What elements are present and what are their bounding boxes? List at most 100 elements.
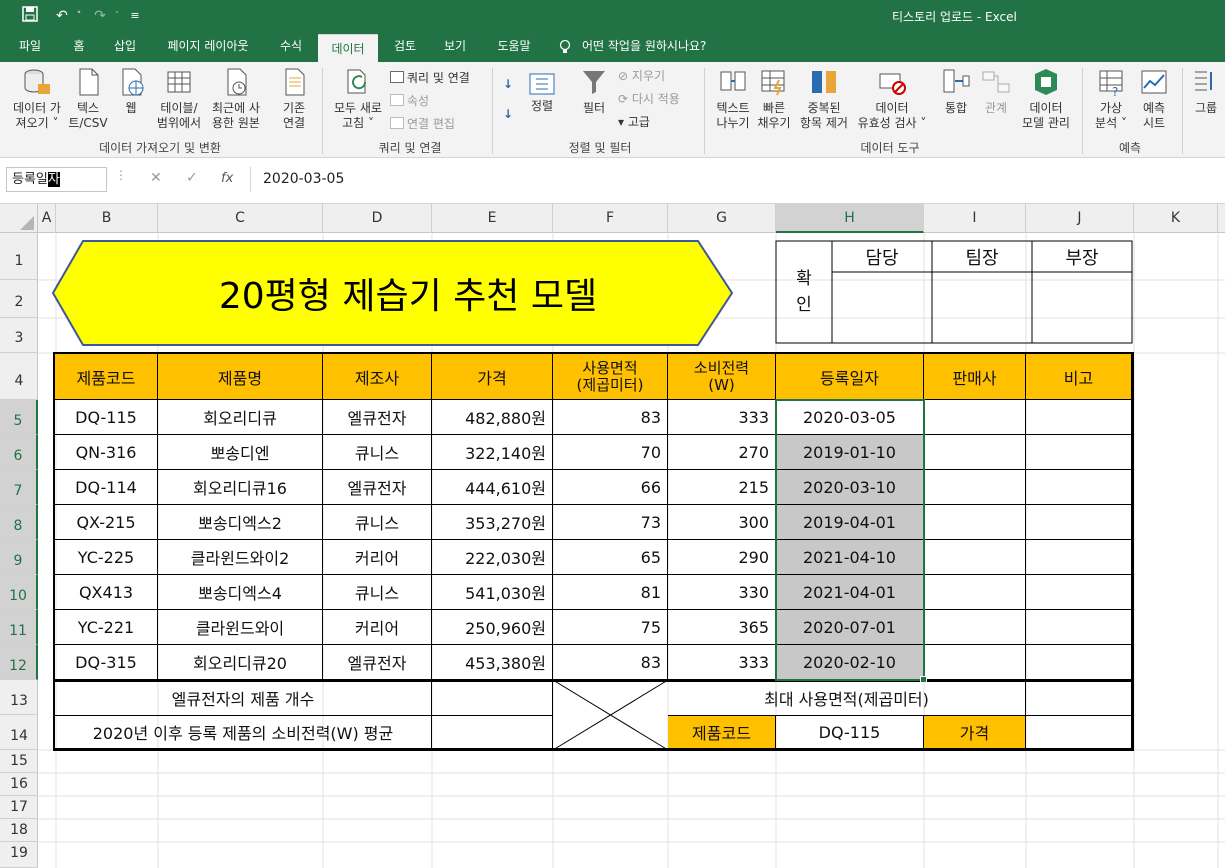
header-cell[interactable]: 비고	[1026, 354, 1132, 400]
column-header-f[interactable]: F	[553, 204, 668, 233]
row-header[interactable]: 14	[0, 715, 38, 750]
table-cell[interactable]: 2020-03-10	[776, 470, 924, 505]
undo-dropdown-icon[interactable]: ˅	[74, 6, 84, 26]
row-header[interactable]: 5	[0, 400, 38, 435]
column-header-a[interactable]: A	[38, 204, 56, 233]
table-cell[interactable]: 뽀송디엔	[158, 435, 323, 470]
advanced-button[interactable]: ▾ 고급	[618, 114, 650, 130]
save-icon[interactable]	[20, 6, 40, 26]
table-cell[interactable]	[924, 435, 1026, 470]
tab-page-layout[interactable]: 페이지 레이아웃	[156, 32, 260, 62]
table-cell[interactable]: 클라윈드와이2	[158, 540, 323, 575]
table-cell[interactable]: 365	[668, 610, 776, 645]
table-cell[interactable]	[1026, 435, 1132, 470]
table-cell[interactable]: 2019-01-10	[776, 435, 924, 470]
text-csv-button[interactable]: 텍스 트/CSV	[64, 66, 112, 131]
header-cell[interactable]: 제조사	[323, 354, 432, 400]
table-cell[interactable]: 회오리디큐	[158, 400, 323, 435]
table-cell[interactable]: 330	[668, 575, 776, 610]
summary-value-cell[interactable]	[1026, 681, 1132, 716]
table-cell[interactable]	[1026, 645, 1132, 680]
table-cell[interactable]: DQ-315	[55, 645, 158, 680]
cancel-icon[interactable]: ✕	[150, 170, 162, 186]
what-if-analysis-button[interactable]: ? 가상 분석 ˅	[1088, 66, 1134, 131]
table-cell[interactable]: 2019-04-01	[776, 505, 924, 540]
reapply-button[interactable]: ⟳ 다시 적용	[618, 91, 680, 107]
column-header-i[interactable]: I	[924, 204, 1026, 233]
insert-function-icon[interactable]: fx	[221, 171, 233, 186]
table-cell[interactable]: 2021-04-10	[776, 540, 924, 575]
table-cell[interactable]	[924, 610, 1026, 645]
row-header[interactable]: 15	[0, 750, 38, 773]
table-cell[interactable]: 뽀송디엑스4	[158, 575, 323, 610]
header-cell[interactable]: 제품명	[158, 354, 323, 400]
tab-insert[interactable]: 삽입	[104, 32, 146, 62]
undo-icon[interactable]: ↶	[50, 6, 74, 26]
manage-data-model-button[interactable]: 데이터 모델 관리	[1016, 66, 1076, 131]
tab-home[interactable]: 홈	[62, 32, 96, 62]
table-cell[interactable]: 회오리디큐16	[158, 470, 323, 505]
table-cell[interactable]: 66	[553, 470, 668, 505]
row-header[interactable]: 1	[0, 233, 38, 280]
table-cell[interactable]: 353,270원	[432, 505, 553, 540]
row-header[interactable]: 6	[0, 435, 38, 470]
queries-connections-button[interactable]: 쿼리 및 연결	[390, 70, 470, 86]
table-cell[interactable]	[924, 505, 1026, 540]
table-cell[interactable]	[924, 540, 1026, 575]
formula-input[interactable]: 2020-03-05	[250, 167, 1225, 192]
tab-review[interactable]: 검토	[386, 32, 424, 62]
table-cell[interactable]: 83	[553, 645, 668, 680]
row-header[interactable]: 7	[0, 470, 38, 505]
row-header[interactable]: 16	[0, 773, 38, 796]
tab-data[interactable]: 데이터	[318, 34, 378, 62]
row-header[interactable]: 8	[0, 505, 38, 540]
table-cell[interactable]: 큐니스	[323, 435, 432, 470]
table-cell[interactable]: DQ-115	[55, 400, 158, 435]
filter-button[interactable]: 필터	[574, 66, 614, 116]
table-cell[interactable]: 뽀송디엑스2	[158, 505, 323, 540]
table-cell[interactable]: QN-316	[55, 435, 158, 470]
table-cell[interactable]: 222,030원	[432, 540, 553, 575]
column-header-b[interactable]: B	[56, 204, 158, 233]
row-header[interactable]: 10	[0, 575, 38, 610]
table-cell[interactable]: 엘큐전자	[323, 645, 432, 680]
row-header[interactable]: 17	[0, 796, 38, 819]
column-header-c[interactable]: C	[158, 204, 323, 233]
table-cell[interactable]: 엘큐전자	[323, 470, 432, 505]
table-cell[interactable]: 444,610원	[432, 470, 553, 505]
relationships-button[interactable]: 관계	[978, 66, 1014, 116]
table-cell[interactable]	[1026, 400, 1132, 435]
table-cell[interactable]: 75	[553, 610, 668, 645]
column-header-k[interactable]: K	[1134, 204, 1218, 233]
redo-icon[interactable]: ↷	[90, 6, 110, 26]
table-cell[interactable]	[924, 575, 1026, 610]
clear-button[interactable]: ⊘ 지우기	[618, 68, 665, 84]
table-cell[interactable]	[1026, 575, 1132, 610]
table-cell[interactable]: QX-215	[55, 505, 158, 540]
tab-help[interactable]: 도움말	[488, 32, 540, 62]
summary-label[interactable]: 엘큐전자의 제품 개수	[55, 681, 432, 716]
table-cell[interactable]: 2020-02-10	[776, 645, 924, 680]
row-header[interactable]: 2	[0, 280, 38, 318]
summary-value-cell[interactable]	[432, 716, 553, 749]
row-header[interactable]: 9	[0, 540, 38, 575]
table-cell[interactable]: 83	[553, 400, 668, 435]
header-cell[interactable]: 제품코드	[55, 354, 158, 400]
summary-value-cell[interactable]	[1026, 716, 1132, 749]
table-cell[interactable]	[924, 470, 1026, 505]
table-cell[interactable]: 큐니스	[323, 505, 432, 540]
table-cell[interactable]	[924, 645, 1026, 680]
table-cell[interactable]: 73	[553, 505, 668, 540]
worksheet-grid[interactable]: 20평형 제습기 추천 모델 확 인 담당 팀장 부장 제품코드 제품명 제조사…	[38, 233, 1225, 868]
table-cell[interactable]: YC-221	[55, 610, 158, 645]
header-cell[interactable]: 소비전력 (W)	[668, 354, 776, 400]
tell-me-search[interactable]: 어떤 작업을 원하시나요?	[582, 32, 732, 62]
table-cell[interactable]: 2020-07-01	[776, 610, 924, 645]
row-header[interactable]: 11	[0, 610, 38, 645]
data-validation-button[interactable]: 데이터 유효성 검사 ˅	[852, 66, 932, 131]
table-cell[interactable]: 81	[553, 575, 668, 610]
column-header-d[interactable]: D	[323, 204, 432, 233]
table-cell[interactable]	[924, 400, 1026, 435]
table-cell[interactable]: 클라윈드와이	[158, 610, 323, 645]
column-header-g[interactable]: G	[668, 204, 776, 233]
